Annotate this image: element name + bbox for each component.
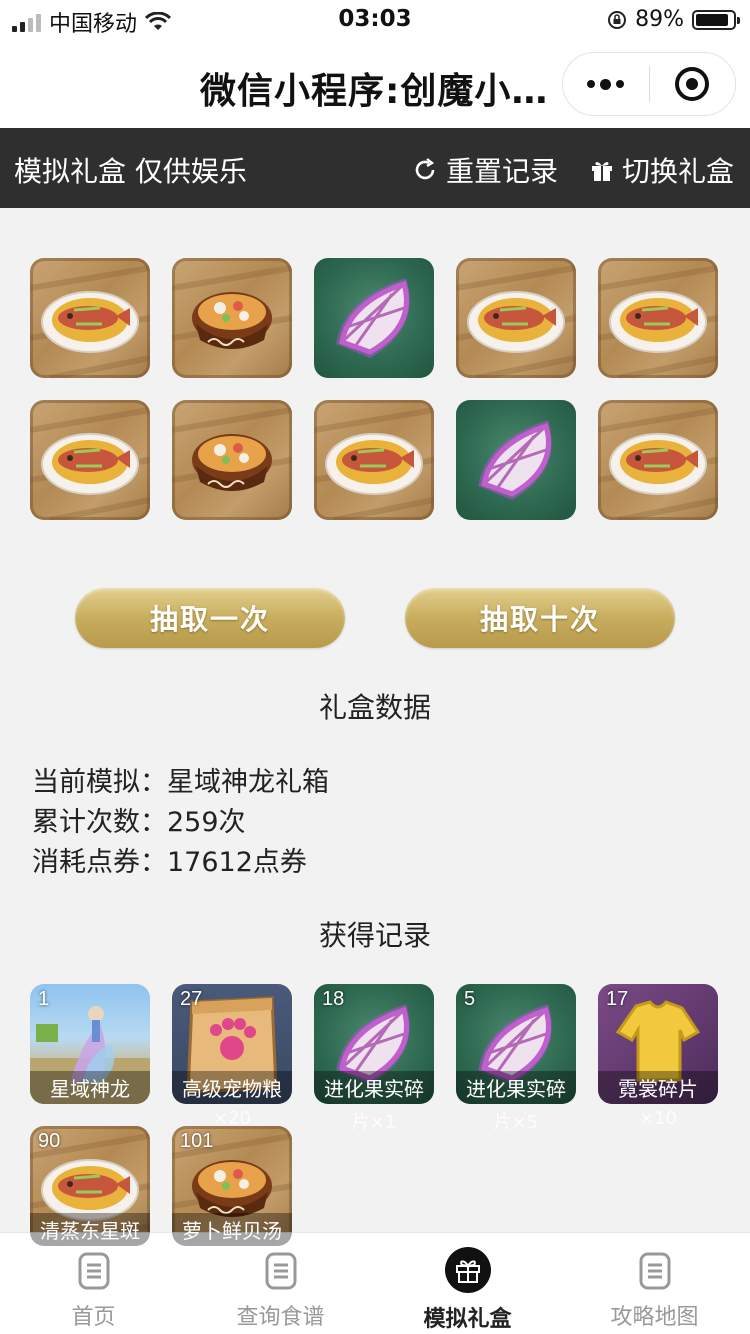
tab-map[interactable]: 攻略地图 — [561, 1233, 748, 1334]
draw-result-item — [172, 258, 292, 378]
draw-result-item — [456, 258, 576, 378]
switch-giftbox-button[interactable]: 切换礼盒 — [590, 150, 734, 190]
refresh-icon — [415, 158, 435, 180]
draw-ten-button[interactable]: 抽取十次 — [405, 588, 675, 648]
fish-dish-icon — [598, 265, 718, 378]
record-name: 星域神龙 — [30, 1071, 150, 1104]
reset-records-label: 重置记录 — [446, 155, 559, 188]
draw-count-line: 累计次数：259次 — [32, 800, 246, 839]
record-item: 1 星域神龙 — [30, 984, 150, 1104]
record-name: 进化果实碎 — [314, 1071, 434, 1104]
page-title: 微信小程序:创魔小… — [200, 71, 549, 112]
record-name: 萝卜鲜贝汤 — [172, 1213, 292, 1246]
fruit-shard-icon — [336, 278, 410, 358]
cost-value: 17612点券 — [167, 847, 307, 878]
record-count: 101 — [180, 1130, 214, 1152]
draw-result-item — [314, 400, 434, 520]
tab-giftbox[interactable]: 模拟礼盒 — [374, 1233, 561, 1334]
record-count: 5 — [464, 988, 476, 1010]
more-button[interactable] — [563, 53, 649, 115]
fish-dish-icon — [314, 407, 434, 520]
record-item: 5 进化果实碎 — [456, 984, 576, 1104]
record-name: 高级宠物粮 — [172, 1071, 292, 1104]
current-simulation-label: 当前模拟： — [32, 767, 167, 798]
record-count: 17 — [606, 988, 629, 1010]
giftbox-stats-heading: 礼盒数据 — [318, 691, 431, 724]
rotation-lock-icon — [608, 10, 627, 29]
toolbar-title: 模拟礼盒 仅供娱乐 — [14, 155, 247, 188]
tab-home-label: 首页 — [71, 1305, 116, 1330]
more-dots-icon — [587, 78, 625, 90]
draw-result-item — [314, 258, 434, 378]
tab-giftbox-label: 模拟礼盒 — [423, 1307, 512, 1332]
fish-dish-icon — [456, 265, 576, 378]
current-simulation-value: 星域神龙礼箱 — [167, 767, 329, 798]
toolbar: 模拟礼盒 仅供娱乐 重置记录 切换礼盒 — [0, 128, 750, 208]
noodle-bowl-icon — [172, 265, 292, 349]
draw-result-item — [456, 400, 576, 520]
record-subtext: 片×1 — [351, 1112, 397, 1133]
record-subtext: ×10 — [639, 1108, 677, 1129]
record-name: 进化果实碎 — [456, 1071, 576, 1104]
document-icon — [265, 1252, 296, 1290]
record-item: 17 霓裳碎片 — [598, 984, 718, 1104]
draw-result-item — [172, 400, 292, 520]
record-item: 27 高级宠物粮 — [172, 984, 292, 1104]
record-name: 清蒸东星斑 — [30, 1213, 150, 1246]
close-miniprogram-button[interactable] — [650, 53, 736, 115]
fish-dish-icon — [30, 407, 150, 520]
reset-records-button[interactable]: 重置记录 — [412, 150, 558, 190]
record-count: 1 — [38, 988, 50, 1010]
current-simulation-line: 当前模拟：星域神龙礼箱 — [32, 760, 329, 799]
document-icon — [78, 1252, 109, 1290]
fish-dish-icon — [598, 407, 718, 520]
battery-percent: 89% — [635, 7, 684, 32]
gift-icon — [444, 1247, 491, 1293]
battery-icon — [692, 9, 740, 30]
fish-dish-icon — [30, 265, 150, 378]
fruit-shard-icon — [478, 420, 552, 500]
tab-home[interactable]: 首页 — [0, 1233, 187, 1334]
draw-result-item — [30, 400, 150, 520]
records-heading: 获得记录 — [318, 919, 431, 952]
tab-recipes-label: 查询食谱 — [236, 1305, 325, 1330]
draw-count-label: 累计次数： — [32, 807, 167, 838]
record-name: 霓裳碎片 — [598, 1071, 718, 1104]
target-icon — [675, 67, 710, 101]
cost-line: 消耗点券：17612点券 — [32, 840, 307, 879]
noodle-bowl-icon — [172, 407, 292, 491]
document-icon — [639, 1252, 670, 1290]
record-item: 90 清蒸东星斑 — [30, 1126, 150, 1246]
draw-result-item — [598, 400, 718, 520]
draw-result-item — [598, 258, 718, 378]
draw-once-button[interactable]: 抽取一次 — [75, 588, 345, 648]
switch-giftbox-label: 切换礼盒 — [622, 155, 735, 188]
draw-count-value: 259次 — [167, 807, 246, 838]
cost-label: 消耗点券： — [32, 847, 167, 878]
status-bar: 中国移动 03:03 89% — [0, 0, 750, 40]
miniprogram-capsule — [562, 52, 736, 116]
tab-recipes[interactable]: 查询食谱 — [187, 1233, 374, 1334]
record-count: 27 — [180, 988, 203, 1010]
tab-map-label: 攻略地图 — [610, 1305, 699, 1330]
record-count: 18 — [322, 988, 345, 1010]
title-bar: 微信小程序:创魔小… — [0, 40, 750, 128]
gift-icon — [592, 162, 612, 181]
record-item: 101 萝卜鲜贝汤 — [172, 1126, 292, 1246]
record-subtext: 片×5 — [493, 1112, 539, 1133]
draw-result-item — [30, 258, 150, 378]
bottom-tab-bar: 首页 查询食谱 模拟礼盒 攻略地图 — [0, 1232, 750, 1334]
record-item: 18 进化果实碎 — [314, 984, 434, 1104]
record-count: 90 — [38, 1130, 61, 1152]
